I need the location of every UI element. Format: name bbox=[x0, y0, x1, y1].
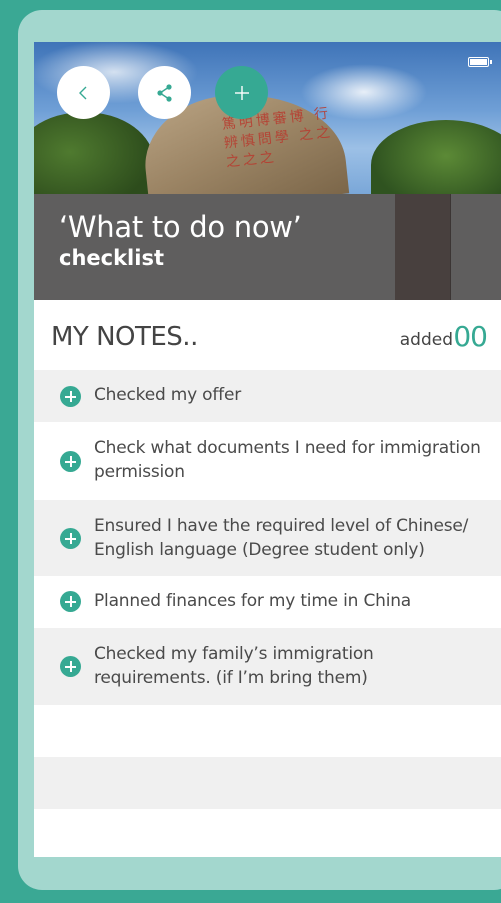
add-button[interactable] bbox=[215, 66, 268, 119]
app-screen: 篤明博審博 行辨慎問學 之之之之之 ‘What to do now’ check… bbox=[34, 42, 501, 857]
empty-row bbox=[34, 705, 501, 757]
added-label: added bbox=[399, 330, 453, 350]
title-panel: ‘What to do now’ checklist bbox=[34, 194, 395, 300]
page-title: ‘What to do now’ bbox=[59, 210, 302, 244]
side-panel-dark bbox=[395, 194, 451, 300]
notes-title: MY NOTES.. bbox=[51, 322, 198, 352]
list-item-label: Ensured I have the required level of Chi… bbox=[94, 516, 469, 560]
tree-right bbox=[371, 120, 501, 194]
added-count: 00 bbox=[453, 320, 488, 353]
share-button[interactable] bbox=[138, 66, 191, 119]
list-item-label: Checked my family’s immigration requirem… bbox=[94, 644, 374, 688]
share-icon bbox=[156, 83, 172, 102]
add-item-icon[interactable] bbox=[60, 386, 81, 407]
list-item[interactable]: Ensured I have the required level of Chi… bbox=[34, 500, 501, 576]
page-subtitle: checklist bbox=[59, 246, 164, 270]
tree-left bbox=[34, 112, 154, 194]
add-item-icon[interactable] bbox=[60, 656, 81, 677]
checklist: Checked my offer Check what documents I … bbox=[34, 370, 501, 857]
add-item-icon[interactable] bbox=[60, 591, 81, 612]
list-item[interactable]: Check what documents I need for immigrat… bbox=[34, 422, 501, 500]
battery-icon bbox=[468, 57, 492, 67]
chevron-left-icon bbox=[78, 86, 86, 99]
list-item[interactable]: Checked my offer bbox=[34, 370, 501, 422]
side-panel bbox=[451, 194, 501, 300]
list-item-label: Checked my offer bbox=[94, 385, 241, 405]
list-item-label: Planned finances for my time in China bbox=[94, 591, 412, 611]
add-item-icon[interactable] bbox=[60, 528, 81, 549]
empty-row bbox=[34, 809, 501, 857]
back-button[interactable] bbox=[57, 66, 110, 119]
empty-row bbox=[34, 757, 501, 809]
add-item-icon[interactable] bbox=[60, 451, 81, 472]
list-item-label: Check what documents I need for immigrat… bbox=[94, 438, 481, 482]
list-item[interactable]: Planned finances for my time in China bbox=[34, 576, 501, 628]
notes-header: MY NOTES.. added 00 bbox=[34, 300, 501, 370]
plus-icon bbox=[234, 85, 249, 100]
list-item[interactable]: Checked my family’s immigration requirem… bbox=[34, 628, 501, 705]
hero-image: 篤明博審博 行辨慎問學 之之之之之 bbox=[34, 42, 501, 194]
